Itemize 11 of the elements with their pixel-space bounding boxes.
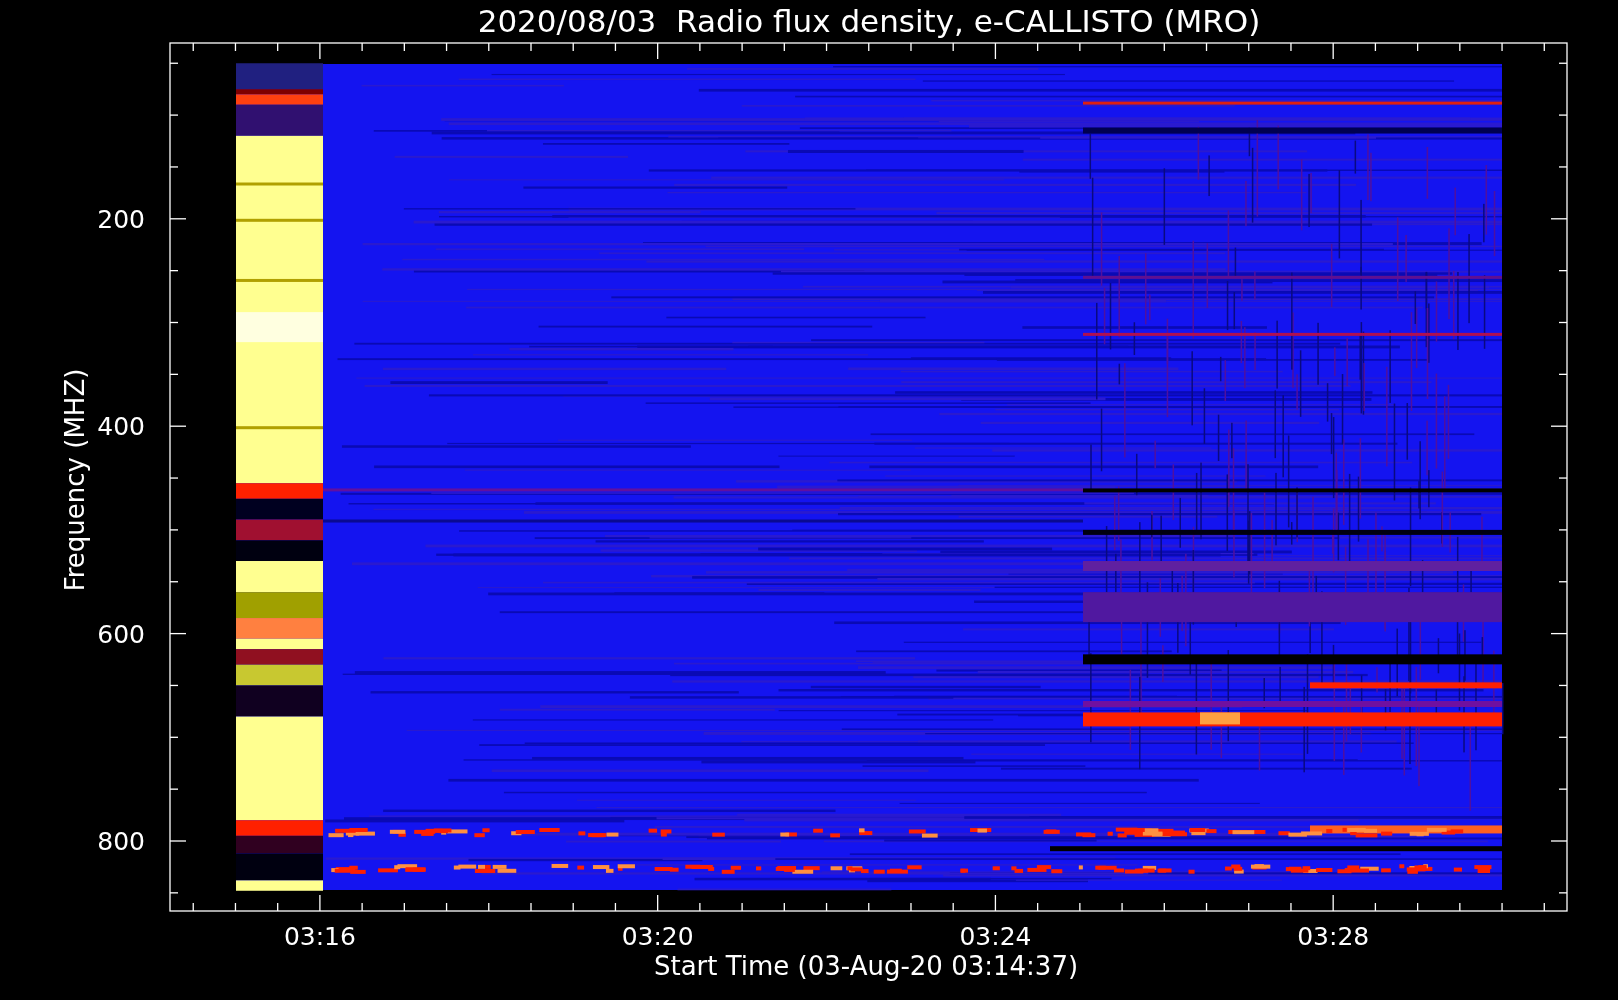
y-tick-label: 600: [97, 619, 145, 649]
x-axis-title: Start Time (03-Aug-20 03:14:37): [653, 951, 1079, 981]
y-tick-label: 200: [97, 204, 145, 234]
y-axis-title: Frequency (MHZ): [60, 368, 90, 592]
x-tick-label: 03:20: [621, 922, 694, 951]
x-tick-label: 03:28: [1297, 922, 1370, 951]
x-tick-label: 03:24: [959, 922, 1032, 951]
x-tick-label: 03:16: [283, 922, 356, 951]
y-tick-label: 400: [97, 412, 145, 442]
chart-title: 2020/08/03 Radio flux density, e-CALLISTO (MRO): [477, 3, 1261, 39]
y-tick-label: 800: [97, 827, 145, 856]
